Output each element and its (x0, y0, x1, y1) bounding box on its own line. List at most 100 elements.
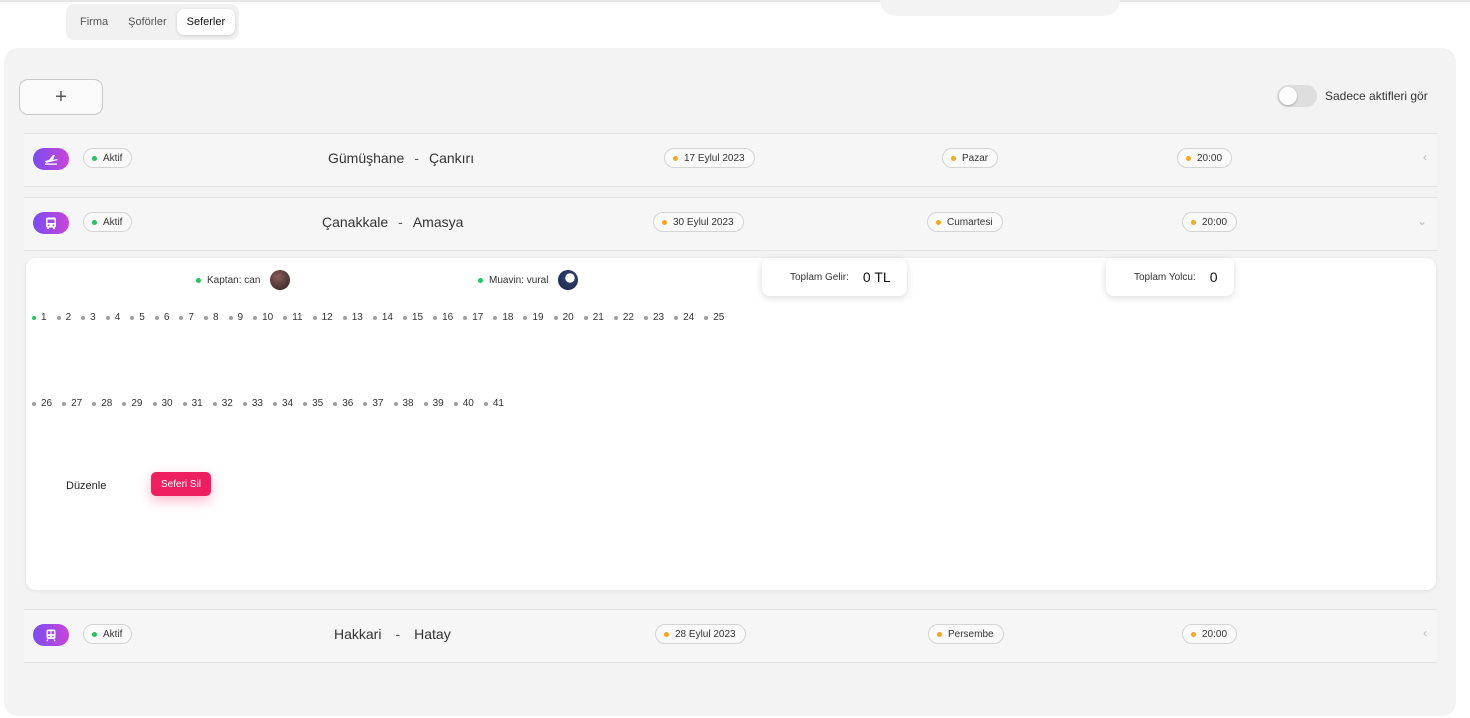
seat-dot (372, 315, 377, 320)
seat-row-2: 26 27 28 29 30 31 32 33 34 35 36 37 38 39 40 41 (32, 398, 514, 409)
seat-number: 19 (532, 312, 544, 323)
seat-13[interactable]: 13 (342, 312, 363, 323)
seat-6[interactable]: 6 (154, 312, 170, 323)
seat-31[interactable]: 31 (182, 398, 203, 409)
trip-row[interactable]: Aktif Çanakkale - Amasya 30 Eylul 2023 Cum… (24, 197, 1437, 251)
seat-number: 32 (221, 398, 233, 409)
delete-trip-button[interactable]: Seferi Sil (151, 472, 212, 496)
date-badge: 17 Eylul 2023 (664, 148, 755, 168)
date-dot (673, 155, 678, 161)
seat-24[interactable]: 24 (674, 312, 694, 323)
tab-seferler[interactable]: Seferler (176, 9, 236, 35)
top-decoration (880, 0, 1120, 16)
seat-20[interactable]: 20 (553, 312, 574, 323)
chevron-down-icon[interactable]: ⌄ (1417, 214, 1427, 228)
seat-25[interactable]: 25 (704, 312, 724, 323)
seat-dot (333, 401, 338, 406)
active-only-label: Sadece aktifleri gör (1325, 89, 1428, 103)
seat-16[interactable]: 16 (433, 312, 453, 323)
route-from: Hakkari (334, 626, 382, 642)
seat-8[interactable]: 8 (203, 312, 219, 323)
seat-3[interactable]: 3 (81, 312, 96, 323)
assistant-label: Muavin: vural (489, 274, 549, 286)
seat-5[interactable]: 5 (130, 312, 145, 323)
seat-dot (613, 315, 618, 320)
chevron-left-icon[interactable]: ‹ (1423, 626, 1427, 640)
seat-34[interactable]: 34 (273, 398, 293, 409)
seat-dot (154, 315, 159, 320)
seat-dot (81, 315, 86, 320)
trip-row[interactable]: Aktif Gümüşhane - Çankırı 17 Eylul 2023 Pa… (24, 133, 1437, 187)
seat-32[interactable]: 32 (212, 398, 233, 409)
seat-dot (583, 315, 588, 320)
seat-dot (483, 401, 488, 406)
top-divider (0, 0, 1470, 2)
seat-27[interactable]: 27 (62, 398, 82, 409)
seat-40[interactable]: 40 (453, 398, 474, 409)
tab-soforler[interactable]: Şoförler (118, 9, 177, 35)
seat-36[interactable]: 36 (333, 398, 353, 409)
date-text: 28 Eylul 2023 (675, 628, 736, 640)
assistant-info: Muavin: vural (478, 270, 579, 290)
total-passengers-value: 0 (1209, 269, 1218, 285)
seat-26[interactable]: 26 (32, 398, 52, 409)
seat-1[interactable]: 1 (32, 312, 47, 323)
seat-17[interactable]: 17 (463, 312, 483, 323)
seat-39[interactable]: 39 (423, 398, 444, 409)
day-dot (937, 631, 942, 637)
seat-28[interactable]: 28 (92, 398, 112, 409)
seat-23[interactable]: 23 (643, 312, 664, 323)
total-income-value: 0 TL (862, 269, 891, 285)
seat-number: 5 (139, 312, 145, 323)
seat-number: 25 (713, 312, 725, 323)
seat-37[interactable]: 37 (363, 398, 384, 409)
seat-30[interactable]: 30 (152, 398, 173, 409)
captain-label: Kaptan: can (207, 274, 261, 286)
seat-38[interactable]: 38 (393, 398, 414, 409)
seat-11[interactable]: 11 (283, 312, 303, 323)
seat-2[interactable]: 2 (56, 312, 71, 323)
seat-dot (463, 315, 468, 320)
seat-number: 6 (163, 312, 170, 323)
edit-button[interactable]: Düzenle (66, 480, 106, 492)
seat-dot (32, 401, 36, 406)
seat-number: 8 (212, 312, 219, 323)
trip-row[interactable]: Aktif Hakkari - Hatay 28 Eylul 2023 Persem… (24, 609, 1437, 663)
seat-number: 9 (237, 312, 244, 323)
seat-number: 3 (90, 312, 96, 323)
seat-33[interactable]: 33 (242, 398, 263, 409)
seat-18[interactable]: 18 (493, 312, 513, 323)
chevron-left-icon[interactable]: ‹ (1423, 150, 1427, 164)
seat-dot (203, 315, 208, 320)
seat-number: 37 (372, 398, 384, 409)
seat-41[interactable]: 41 (483, 398, 504, 409)
seat-9[interactable]: 9 (228, 312, 244, 323)
seat-4[interactable]: 4 (105, 312, 120, 323)
seat-dot (342, 315, 347, 320)
seat-35[interactable]: 35 (303, 398, 323, 409)
tab-firma[interactable]: Firma (70, 9, 118, 35)
seat-22[interactable]: 22 (613, 312, 634, 323)
bus-icon (33, 212, 69, 234)
status-badge: Aktif (83, 148, 133, 168)
day-text: Pazar (962, 152, 989, 164)
seat-number: 17 (472, 312, 484, 323)
seat-dot (393, 401, 398, 406)
seat-19[interactable]: 19 (523, 312, 544, 323)
add-trip-button[interactable]: + (19, 79, 103, 115)
seat-15[interactable]: 15 (402, 312, 423, 323)
seat-number: 10 (262, 312, 274, 323)
seat-dot (283, 315, 288, 320)
seat-12[interactable]: 12 (312, 312, 333, 323)
time-text: 20:00 (1202, 628, 1228, 640)
seat-dot (122, 401, 127, 406)
seat-14[interactable]: 14 (372, 312, 393, 323)
active-only-toggle[interactable] (1277, 85, 1317, 107)
seat-7[interactable]: 7 (179, 312, 194, 323)
seat-10[interactable]: 10 (253, 312, 273, 323)
seat-21[interactable]: 21 (583, 312, 604, 323)
seat-29[interactable]: 29 (122, 398, 143, 409)
time-text: 20:00 (1202, 216, 1228, 228)
seat-dot (92, 401, 97, 406)
seat-number: 11 (292, 312, 303, 323)
